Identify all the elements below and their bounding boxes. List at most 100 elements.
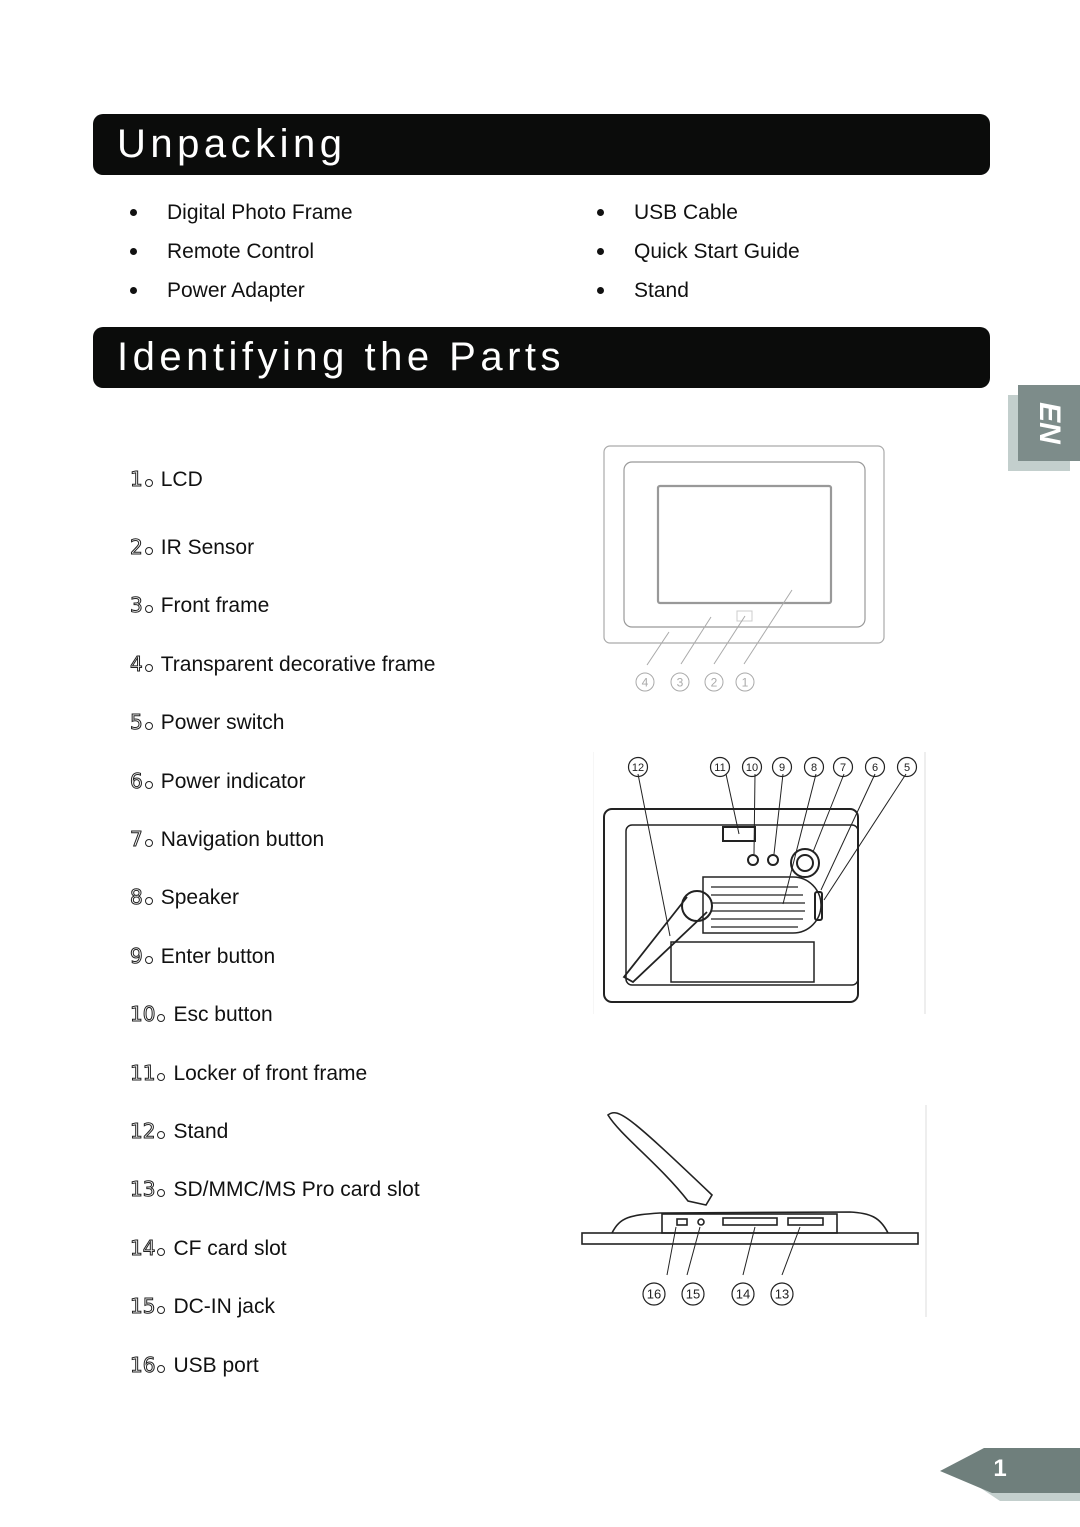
esc-button: [747, 854, 759, 866]
number-separator-icon: [144, 897, 153, 905]
bullet-icon: [597, 209, 604, 216]
item-label: CF card slot: [173, 1237, 287, 1260]
usb-port: [676, 1218, 688, 1226]
parts-list-item: 6 Power indicator: [130, 769, 306, 794]
bullet-icon: [130, 209, 137, 216]
bullet-icon: [597, 287, 604, 294]
navigation-button: [790, 848, 820, 878]
section-title: Identifying the Parts: [117, 335, 566, 379]
parts-list-item: 5 Power switch: [130, 710, 285, 735]
page-number: 1: [993, 1455, 1007, 1482]
item-label: DC-IN jack: [173, 1295, 275, 1318]
item-label: Enter button: [160, 945, 276, 968]
parts-list-item: 2 IR Sensor: [130, 535, 255, 560]
item-number: 5: [130, 710, 144, 735]
number-separator-icon: [144, 722, 153, 730]
callout-label: 15: [686, 1287, 700, 1302]
section-title: Unpacking: [117, 122, 347, 166]
item-number: 16: [129, 1353, 156, 1378]
back-inner: [625, 824, 859, 986]
number-separator-icon: [144, 479, 153, 487]
item-label: USB port: [173, 1354, 259, 1377]
item-label: LCD: [160, 468, 203, 491]
number-separator-icon: [157, 1014, 166, 1022]
item-label: SD/MMC/MS Pro card slot: [173, 1178, 420, 1201]
callout-label: 8: [811, 762, 817, 774]
callout-label: 1: [742, 675, 749, 689]
outer-frame: [603, 445, 885, 644]
sd-slot: [787, 1217, 824, 1226]
callout-label: 12: [632, 762, 644, 774]
item-number: 8: [130, 885, 144, 910]
item-label: Power indicator: [160, 770, 306, 793]
language-label: EN: [1033, 402, 1066, 444]
parts-list-item: 13 SD/MMC/MS Pro card slot: [129, 1177, 420, 1202]
number-separator-icon: [157, 1248, 166, 1256]
front-view-diagram: 4 3 2 1: [603, 445, 885, 692]
enter-button: [767, 854, 779, 866]
item-label: Stand: [173, 1120, 229, 1143]
stand-side: [606, 1111, 714, 1206]
number-separator-icon: [144, 839, 153, 847]
language-tab-face: EN: [1018, 385, 1080, 461]
item-number: 6: [130, 769, 144, 794]
parts-list-item: 14 CF card slot: [129, 1236, 287, 1261]
callout-label: 10: [746, 762, 758, 774]
number-separator-icon: [144, 664, 153, 672]
callout-label: 9: [779, 762, 785, 774]
dc-jack: [697, 1218, 705, 1226]
item-number: 2: [130, 535, 144, 560]
back-view-diagram: 12 11 10 9 8 7 6 5: [593, 752, 926, 1014]
number-separator-icon: [157, 1365, 166, 1373]
number-separator-icon: [157, 1073, 166, 1081]
parts-list-item: 1 LCD: [130, 467, 203, 492]
stand-base: [670, 941, 815, 983]
language-tab: EN: [1008, 385, 1080, 471]
item-number: 9: [130, 944, 144, 969]
cf-slot: [722, 1217, 778, 1226]
number-separator-icon: [157, 1306, 166, 1314]
callout-label: 2: [711, 675, 718, 689]
number-separator-icon: [144, 605, 153, 613]
item-number: 1: [130, 467, 144, 492]
bullet-icon: [130, 248, 137, 255]
number-separator-icon: [144, 547, 153, 555]
item-number: 12: [129, 1119, 156, 1144]
lcd-screen: [656, 484, 833, 605]
item-label: Speaker: [160, 886, 239, 909]
number-separator-icon: [157, 1131, 166, 1139]
parts-list-item: 10 Esc button: [129, 1002, 272, 1027]
port-panel: [661, 1213, 838, 1234]
callout-label: 13: [775, 1287, 789, 1302]
callout-label: 3: [677, 675, 684, 689]
item-label: Locker of front frame: [173, 1062, 368, 1085]
item-label: Power switch: [160, 711, 285, 734]
speaker-housing: [702, 876, 822, 934]
section-banner-unpacking: Unpacking: [93, 114, 990, 175]
parts-list-item: 7 Navigation button: [130, 827, 325, 852]
parts-list-item: 9 Enter button: [130, 944, 276, 969]
bullet-icon: [130, 287, 137, 294]
parts-list-item: 3 Front frame: [130, 593, 270, 618]
base-plate: [581, 1232, 919, 1245]
body-top: [611, 1211, 889, 1234]
item-number: 10: [129, 1002, 156, 1027]
callout-label: 6: [872, 762, 878, 774]
callout-label: 14: [736, 1287, 750, 1302]
number-separator-icon: [144, 781, 153, 789]
item-number: 7: [130, 827, 144, 852]
parts-list-item: 11 Locker of front frame: [129, 1061, 368, 1086]
item-label: IR Sensor: [160, 536, 255, 559]
parts-list-item: 15 DC-IN jack: [129, 1294, 275, 1319]
callout-label: 11: [714, 762, 725, 774]
stand-hinge: [681, 890, 713, 922]
section-banner-parts: Identifying the Parts: [93, 327, 990, 388]
parts-list-item: 12 Stand: [129, 1119, 229, 1144]
parts-list-item: 16 USB port: [129, 1353, 259, 1378]
item-number: 14: [129, 1236, 156, 1261]
item-number: 15: [129, 1294, 156, 1319]
item-number: 13: [129, 1177, 156, 1202]
callout-label: 4: [642, 675, 649, 689]
item-number: 4: [130, 652, 144, 677]
bullet-icon: [597, 248, 604, 255]
